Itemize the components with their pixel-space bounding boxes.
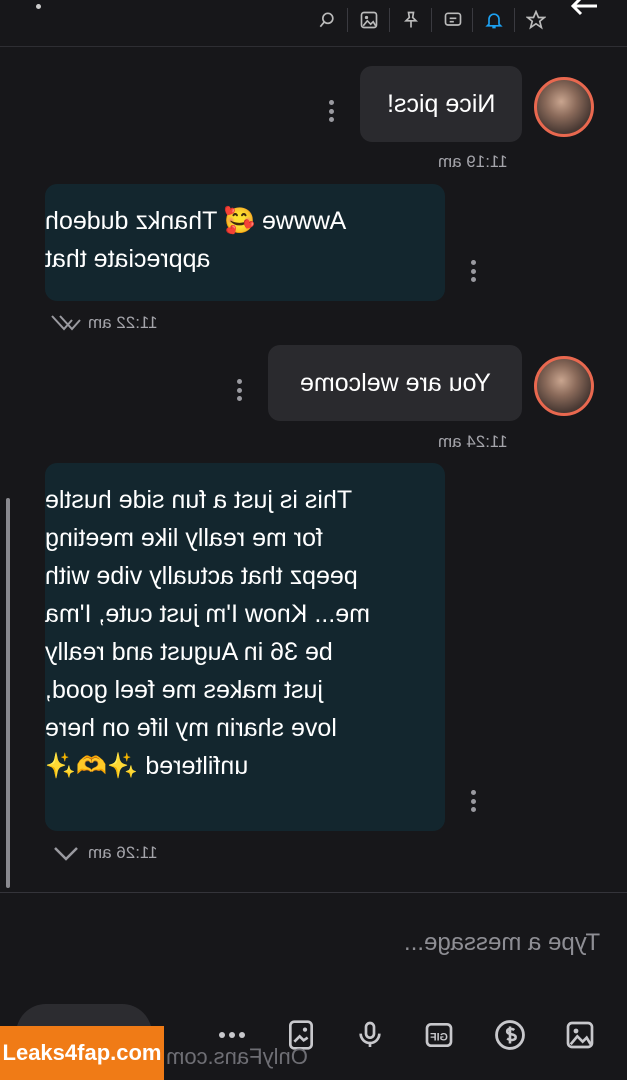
message-input[interactable]: Type a message... (40, 918, 600, 968)
message-time: 11:26 am (88, 843, 158, 862)
watermark-badge: Leaks4fap.com (0, 1026, 164, 1080)
toolbar-separator (472, 8, 473, 32)
top-toolbar (0, 0, 627, 47)
message-text: Nice pics! (386, 90, 496, 118)
message-bubble-outgoing: You are welcome (268, 345, 522, 421)
star-icon[interactable] (524, 8, 548, 32)
gallery-icon[interactable] (560, 1015, 600, 1055)
message-bubble-incoming: This is just a fun side hustle for me re… (45, 463, 445, 831)
search-icon[interactable] (315, 8, 339, 32)
message-line: appreciate that (45, 245, 211, 273)
message-line: peepz that actually vibe with (45, 562, 358, 590)
message-line: be 36 in August and really (45, 638, 333, 666)
message-time: 11:22 am (88, 313, 158, 332)
message-options-icon[interactable] (236, 379, 242, 401)
chevron-down-icon[interactable] (52, 844, 80, 862)
message-bubble-incoming: Awwwe 🥰 Thankz dudeoh appreciate that (45, 184, 445, 301)
message-time: 11:24 am (438, 432, 508, 451)
avatar[interactable] (534, 77, 594, 137)
toolbar-separator (347, 8, 348, 32)
message-time: 11:19 am (438, 152, 508, 171)
avatar[interactable] (534, 356, 594, 416)
message-line: unfiltered ✨🫶✨ (45, 752, 249, 780)
message-input-placeholder: Type a message... (403, 929, 600, 956)
message-line: for me really like meeting (45, 524, 323, 552)
svg-text:GIF: GIF (430, 1031, 448, 1043)
composer-divider (0, 892, 627, 893)
site-watermark: OnlyFans.com (166, 1044, 308, 1069)
pin-icon[interactable] (399, 8, 423, 32)
image-icon[interactable] (357, 8, 381, 32)
message-line: love sharin my life on here (45, 714, 337, 742)
read-checkmark-icon (50, 314, 82, 332)
message-icon[interactable] (441, 8, 465, 32)
message-options-icon[interactable] (470, 790, 476, 812)
toolbar-separator (431, 8, 432, 32)
back-arrow-icon[interactable] (567, 0, 601, 16)
message-line: This is just a fun side hustle (45, 486, 353, 514)
microphone-icon[interactable] (350, 1015, 390, 1055)
gif-icon[interactable]: GIF (419, 1015, 459, 1055)
message-line: Awwwe 🥰 Thankz dudeoh (45, 207, 347, 235)
dollar-icon[interactable] (490, 1015, 530, 1055)
menu-dots-icon[interactable] (36, 0, 42, 12)
message-bubble-outgoing: Nice pics! (360, 66, 522, 142)
message-line: me... Know I'm just cute, I'ma (45, 600, 370, 628)
toolbar-separator (514, 8, 515, 32)
message-text: You are welcome (299, 369, 491, 397)
bell-icon[interactable] (482, 8, 506, 32)
toolbar-separator (389, 8, 390, 32)
message-options-icon[interactable] (470, 260, 476, 282)
message-line: just makes me feel good, (45, 676, 323, 704)
scrollbar[interactable] (6, 498, 10, 888)
message-options-icon[interactable] (328, 100, 334, 122)
